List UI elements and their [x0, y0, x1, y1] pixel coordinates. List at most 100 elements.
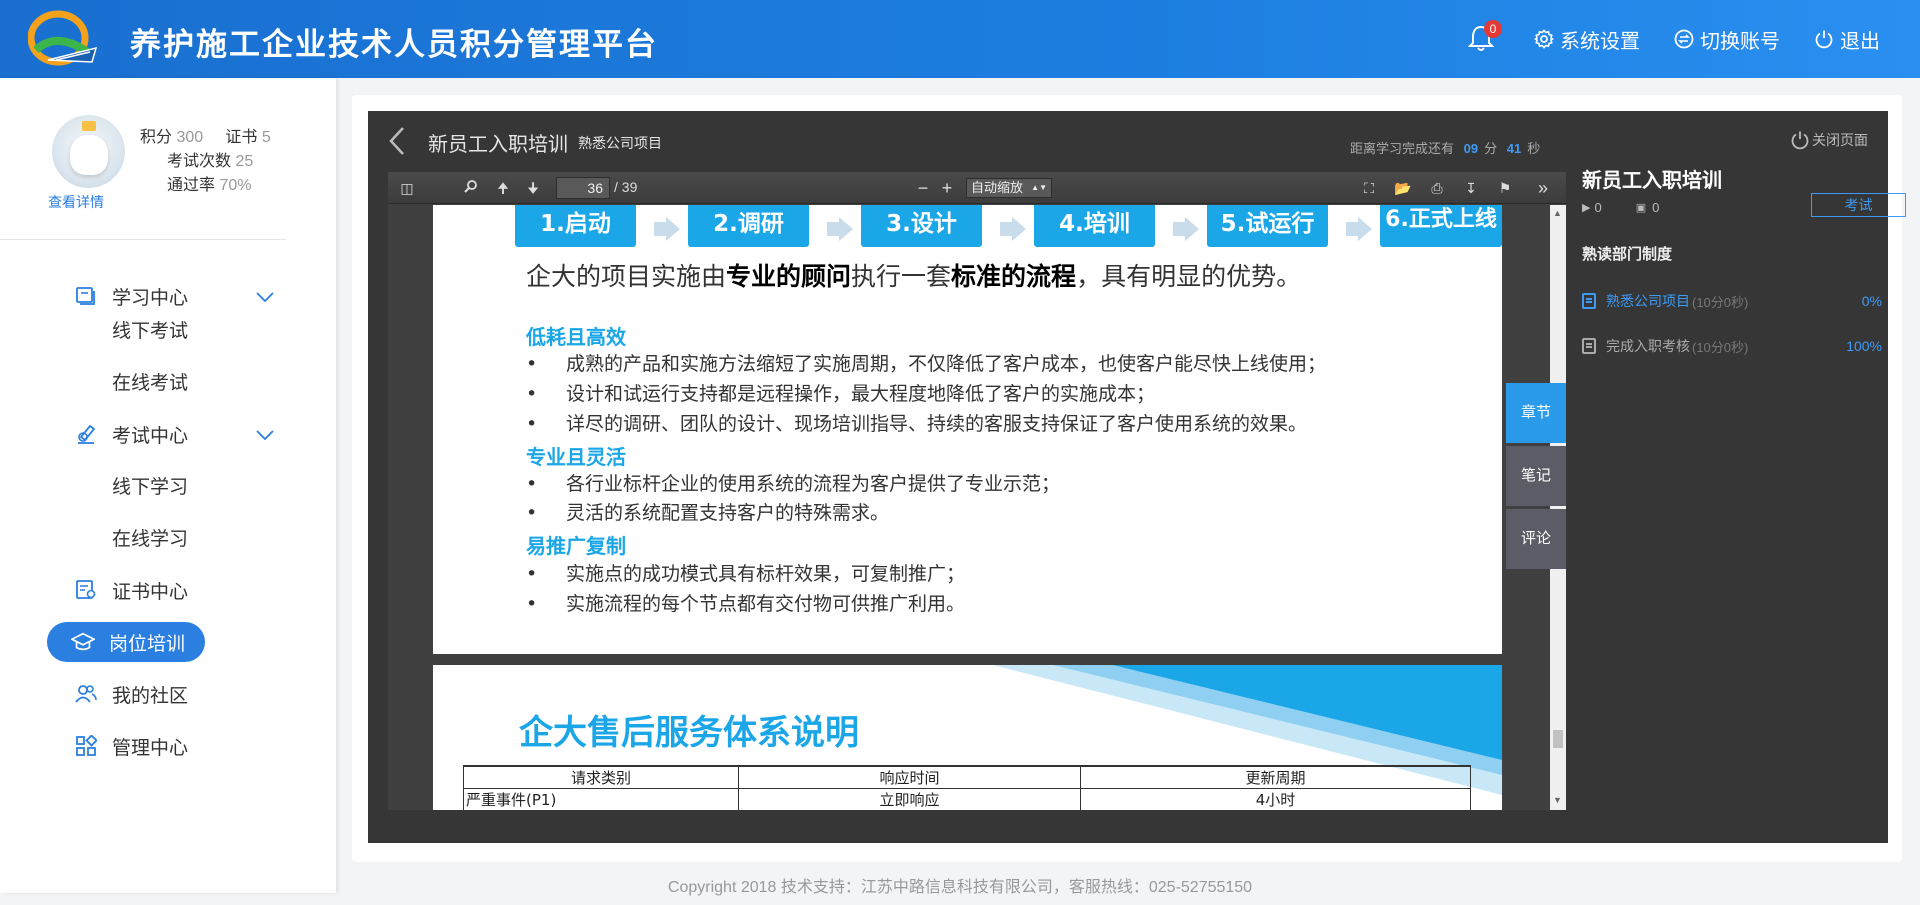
- scroll-up-icon[interactable]: ▲: [1553, 208, 1562, 218]
- study-countdown: 距离学习完成还有 09 分 41 秒: [1350, 138, 1540, 157]
- view-detail-link[interactable]: 查看详情: [48, 192, 104, 212]
- logout-button[interactable]: 退出: [1814, 25, 1880, 54]
- sidebar-item-label: 我的社区: [112, 685, 189, 707]
- certs-value: 5: [261, 129, 271, 146]
- sidebar-item-study-center[interactable]: 学习中心: [74, 276, 188, 316]
- graduation-cap-icon: [71, 630, 95, 654]
- pdf-heading: 专业且灵活: [526, 445, 626, 469]
- pdf-page-title: 企大售后服务体系说明: [519, 713, 859, 753]
- arrow-right-icon: [1173, 217, 1199, 241]
- pdf-bullet: • 实施点的成功模式具有标杆效果，可复制推广；: [526, 563, 966, 585]
- countdown-minutes: 09: [1463, 141, 1479, 156]
- table-header: 请求类别: [463, 765, 739, 789]
- avatar[interactable]: [52, 115, 125, 188]
- sidebar-item-label: 岗位培训: [109, 633, 186, 655]
- zoom-in-icon[interactable]: +: [938, 179, 956, 197]
- exam-count-label: 考试次数: [167, 153, 232, 170]
- tab-comments[interactable]: 评论: [1506, 509, 1566, 569]
- bookmark-icon[interactable]: ⚑: [1496, 179, 1514, 197]
- download-icon[interactable]: ↧: [1462, 179, 1480, 197]
- system-settings-button[interactable]: 系统设置: [1534, 25, 1640, 54]
- document-icon: [1582, 338, 1596, 354]
- open-file-icon[interactable]: 📂: [1394, 179, 1412, 197]
- sidebar-divider: [0, 239, 286, 240]
- pdf-page: 企大售后服务体系说明 请求类别 响应时间 更新周期 严重事件(P1) 立即响应 …: [433, 665, 1502, 810]
- play-count: 0: [1594, 200, 1602, 215]
- sidebar-item-online-exam[interactable]: 在线考试: [112, 368, 188, 395]
- list-item[interactable]: 完成入职考核 (10分0秒) 100%: [1582, 334, 1882, 358]
- process-step: 5.试运行: [1207, 205, 1328, 247]
- sla-table: 请求类别 响应时间 更新周期 严重事件(P1) 立即响应 4小时: [463, 765, 1471, 810]
- certs-label: 证书: [225, 129, 258, 146]
- arrow-right-icon: [827, 217, 853, 241]
- pdf-scrollbar[interactable]: ▲ ▼: [1550, 205, 1566, 810]
- chevron-down-icon[interactable]: [256, 292, 274, 302]
- process-step: 4.培训: [1034, 205, 1155, 247]
- course-title: 新员工入职培训: [428, 134, 568, 156]
- notification-badge: 0: [1484, 20, 1502, 38]
- sidebar-item-job-training[interactable]: 岗位培训: [47, 622, 206, 662]
- sidebar-item-community[interactable]: 我的社区: [74, 674, 188, 714]
- lesson-duration: (10分0秒): [1692, 339, 1749, 355]
- system-settings-label: 系统设置: [1560, 30, 1640, 53]
- print-icon[interactable]: ⎙: [1428, 179, 1446, 197]
- sidebar-item-label: 考试中心: [112, 425, 189, 447]
- panel-course-meta: ▶ 0 ▣ 0: [1582, 200, 1659, 215]
- pdf-viewer: ◫ 🠉 🠋 36 / 39 − + 自动缩放 ▲▼ ⛶ 📂 ⎙ ↧ ⚑ » 1.…: [388, 172, 1566, 810]
- scrollbar-thumb[interactable]: [1553, 730, 1563, 748]
- pdf-bullet: • 详尽的调研、团队的设计、现场培训指导、持续的客服支持保证了客户使用系统的效果。: [526, 413, 1308, 435]
- sidebar-item-admin-center[interactable]: 管理中心: [74, 726, 188, 766]
- comment-icon: ▣: [1635, 202, 1647, 214]
- chevron-down-icon[interactable]: [256, 430, 274, 440]
- pdf-page: 1.启动 2.调研 3.设计 4.培训 5.试运行 6.正式上线 企大的项目实施…: [433, 205, 1502, 654]
- zoom-value: 自动缩放: [971, 180, 1024, 195]
- close-page-button[interactable]: 关闭页面: [1790, 130, 1868, 150]
- tools-icon[interactable]: »: [1534, 179, 1552, 197]
- sidebar-item-label: 学习中心: [112, 287, 189, 309]
- pen-icon: [74, 422, 98, 446]
- top-header: 养护施工企业技术人员积分管理平台 0 系统设置 切换账号 退出: [0, 0, 1920, 78]
- sidebar-item-offline-exam[interactable]: 线下考试: [112, 316, 188, 343]
- switch-account-label: 切换账号: [1700, 30, 1780, 53]
- course-subtitle: 熟悉公司项目: [578, 135, 662, 151]
- exam-count-value: 25: [235, 153, 254, 170]
- table-header: 更新周期: [1080, 765, 1471, 789]
- sidebar-item-label: 证书中心: [112, 581, 189, 603]
- tab-notes[interactable]: 笔记: [1506, 446, 1566, 506]
- sidebar-toggle-icon[interactable]: ◫: [398, 179, 416, 197]
- app-title: 养护施工企业技术人员积分管理平台: [130, 27, 658, 63]
- table-header: 响应时间: [738, 765, 1081, 789]
- sidebar-item-offline-study[interactable]: 线下学习: [112, 472, 188, 499]
- tab-chapter[interactable]: 章节: [1506, 383, 1566, 443]
- cat-picture: [70, 135, 108, 175]
- list-item[interactable]: 熟悉公司项目 (10分0秒) 0%: [1582, 289, 1882, 313]
- pdf-bullet: • 成熟的产品和实施方法缩短了实施周期，不仅降低了客户成本，也使客户能尽快上线使用…: [526, 353, 1327, 375]
- fullscreen-icon[interactable]: ⛶: [1360, 179, 1378, 197]
- points-value: 300: [176, 129, 204, 146]
- pass-rate-value: 70%: [219, 177, 252, 194]
- next-page-icon[interactable]: 🠋: [524, 179, 542, 197]
- pdf-toolbar: ◫ 🠉 🠋 36 / 39 − + 自动缩放 ▲▼ ⛶ 📂 ⎙ ↧ ⚑ »: [388, 172, 1566, 204]
- grid-icon: [74, 734, 98, 758]
- zoom-select[interactable]: 自动缩放 ▲▼: [966, 178, 1052, 198]
- sidebar-item-exam-center[interactable]: 考试中心: [74, 414, 188, 454]
- previous-page-icon[interactable]: 🠉: [494, 179, 512, 197]
- scroll-down-icon[interactable]: ▼: [1553, 795, 1562, 805]
- notification-button[interactable]: 0: [1467, 20, 1502, 54]
- switch-account-button[interactable]: 切换账号: [1674, 25, 1780, 54]
- people-icon: [74, 682, 98, 706]
- sidebar-item-label: 管理中心: [112, 737, 189, 759]
- table-cell: 立即响应: [738, 788, 1081, 810]
- search-icon[interactable]: [462, 179, 480, 197]
- comment-count: 0: [1652, 200, 1660, 215]
- panel-section-title: 熟读部门制度: [1582, 246, 1673, 263]
- arrow-right-icon: [1346, 217, 1372, 241]
- back-arrow-icon[interactable]: [388, 126, 406, 156]
- sidebar-item-online-study[interactable]: 在线学习: [112, 524, 188, 551]
- table-cell: 严重事件(P1): [463, 788, 739, 810]
- sidebar-item-cert-center[interactable]: 证书中心: [74, 570, 188, 610]
- exam-button[interactable]: 考试: [1811, 193, 1906, 217]
- page-number-input[interactable]: 36: [556, 177, 610, 199]
- lesson-name: 完成入职考核: [1606, 338, 1690, 354]
- zoom-out-icon[interactable]: −: [914, 179, 932, 197]
